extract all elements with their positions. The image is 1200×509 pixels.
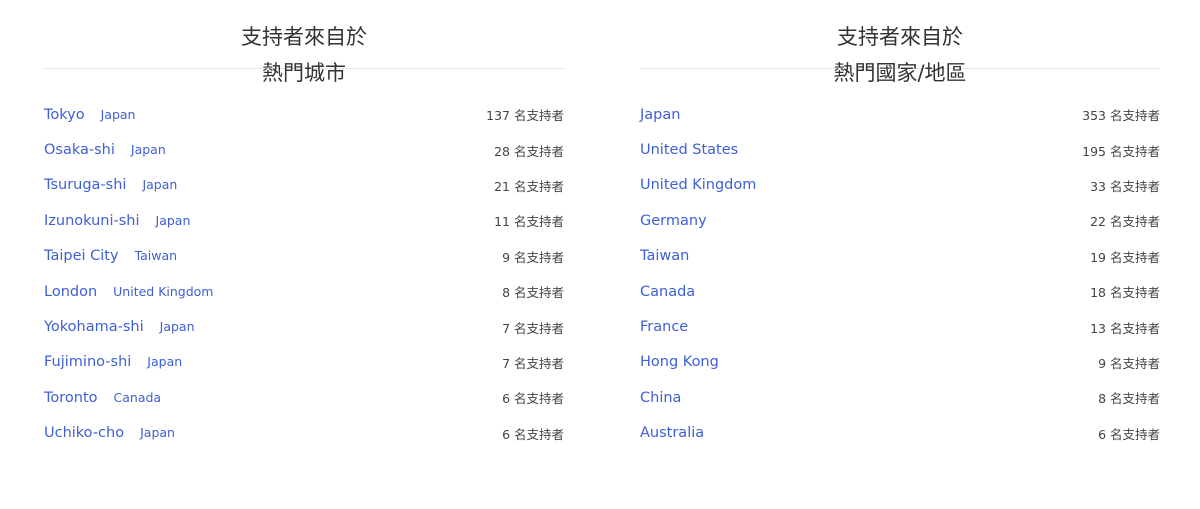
city-name-group: Fujimino-shi Japan (44, 354, 182, 370)
city-link[interactable]: Osaka-shi (44, 142, 115, 158)
country-row: Taiwan 19 名支持者 (640, 239, 1160, 274)
city-row: London United Kingdom 8 名支持者 (44, 274, 564, 309)
supporter-count: 18 名支持者 (1090, 285, 1160, 301)
supporter-count: 11 名支持者 (494, 214, 564, 230)
supporter-count: 8 名支持者 (502, 285, 564, 301)
supporter-count: 7 名支持者 (502, 320, 564, 336)
country-link[interactable]: Taiwan (640, 248, 689, 264)
supporters-origin-section: 支持者來自於 熱門城市 Tokyo Japan 137 名支持者 Osaka-s… (0, 0, 1200, 509)
country-row: Hong Kong 9 名支持者 (640, 345, 1160, 380)
country-row: United Kingdom 33 名支持者 (640, 168, 1160, 203)
city-row: Yokohama-shi Japan 7 名支持者 (44, 309, 564, 344)
supporter-count: 7 名支持者 (502, 355, 564, 371)
supporter-count: 21 名支持者 (494, 178, 564, 194)
city-link[interactable]: Taipei City (44, 248, 119, 264)
city-row: Tokyo Japan 137 名支持者 (44, 97, 564, 132)
top-countries-panel: 支持者來自於 熱門國家/地區 Japan 353 名支持者 United Sta… (640, 0, 1160, 451)
supporter-count: 9 名支持者 (1098, 355, 1160, 371)
city-link[interactable]: Izunokuni-shi (44, 213, 140, 229)
supporter-count: 22 名支持者 (1090, 214, 1160, 230)
city-country-link[interactable]: Japan (142, 177, 177, 192)
city-name-group: Tsuruga-shi Japan (44, 177, 177, 193)
country-row: Australia 6 名支持者 (640, 416, 1160, 451)
top-countries-title-line2: 熱門國家/地區 (833, 61, 967, 85)
city-row: Fujimino-shi Japan 7 名支持者 (44, 345, 564, 380)
city-row: Uchiko-cho Japan 6 名支持者 (44, 416, 564, 451)
supporter-count: 19 名支持者 (1090, 249, 1160, 265)
city-name-group: Osaka-shi Japan (44, 142, 166, 158)
supporter-count: 6 名支持者 (502, 426, 564, 442)
city-link[interactable]: Yokohama-shi (44, 319, 144, 335)
supporter-count: 195 名支持者 (1082, 143, 1160, 159)
city-country-link[interactable]: Canada (114, 390, 162, 405)
city-name-group: Taipei City Taiwan (44, 248, 177, 264)
city-name-group: Yokohama-shi Japan (44, 319, 195, 335)
city-link[interactable]: Tokyo (44, 107, 85, 123)
supporter-count: 9 名支持者 (502, 249, 564, 265)
city-link[interactable]: Toronto (44, 390, 98, 406)
country-row: China 8 名支持者 (640, 380, 1160, 415)
supporter-count: 33 名支持者 (1090, 178, 1160, 194)
city-row: Osaka-shi Japan 28 名支持者 (44, 132, 564, 167)
country-link[interactable]: United States (640, 142, 738, 158)
top-cities-list: Tokyo Japan 137 名支持者 Osaka-shi Japan 28 … (44, 97, 564, 451)
city-row: Izunokuni-shi Japan 11 名支持者 (44, 203, 564, 238)
top-cities-heading: 支持者來自於 熱門城市 (44, 0, 564, 85)
supporter-count: 137 名支持者 (486, 108, 564, 124)
city-name-group: London United Kingdom (44, 284, 214, 300)
country-link[interactable]: Japan (640, 107, 680, 123)
city-country-link[interactable]: United Kingdom (113, 284, 213, 299)
city-name-group: Uchiko-cho Japan (44, 425, 175, 441)
city-name-group: Izunokuni-shi Japan (44, 213, 190, 229)
country-link[interactable]: China (640, 390, 681, 406)
top-cities-title-line1: 支持者來自於 (241, 25, 367, 49)
top-cities-title-line2: 熱門城市 (262, 61, 346, 85)
country-link[interactable]: France (640, 319, 688, 335)
country-link[interactable]: Hong Kong (640, 354, 719, 370)
country-link[interactable]: Australia (640, 425, 704, 441)
city-name-group: Toronto Canada (44, 390, 161, 406)
top-cities-panel: 支持者來自於 熱門城市 Tokyo Japan 137 名支持者 Osaka-s… (44, 0, 564, 451)
supporter-count: 28 名支持者 (494, 143, 564, 159)
supporter-count: 13 名支持者 (1090, 320, 1160, 336)
supporter-count: 353 名支持者 (1082, 108, 1160, 124)
top-countries-list: Japan 353 名支持者 United States 195 名支持者 Un… (640, 97, 1160, 451)
city-country-link[interactable]: Taiwan (135, 248, 178, 263)
country-row: Germany 22 名支持者 (640, 203, 1160, 238)
supporter-count: 6 名支持者 (1098, 426, 1160, 442)
supporter-count: 6 名支持者 (502, 391, 564, 407)
city-link[interactable]: Tsuruga-shi (44, 177, 126, 193)
city-row: Taipei City Taiwan 9 名支持者 (44, 239, 564, 274)
country-link[interactable]: Germany (640, 213, 707, 229)
city-link[interactable]: Fujimino-shi (44, 354, 131, 370)
city-country-link[interactable]: Japan (156, 213, 191, 228)
country-link[interactable]: United Kingdom (640, 177, 756, 193)
city-name-group: Tokyo Japan (44, 107, 135, 123)
top-countries-title-line1: 支持者來自於 (837, 25, 963, 49)
country-link[interactable]: Canada (640, 284, 695, 300)
city-link[interactable]: Uchiko-cho (44, 425, 124, 441)
city-row: Toronto Canada 6 名支持者 (44, 380, 564, 415)
country-row: Canada 18 名支持者 (640, 274, 1160, 309)
supporter-count: 8 名支持者 (1098, 391, 1160, 407)
city-country-link[interactable]: Japan (101, 107, 136, 122)
country-row: Japan 353 名支持者 (640, 97, 1160, 132)
city-country-link[interactable]: Japan (147, 354, 182, 369)
country-row: France 13 名支持者 (640, 309, 1160, 344)
city-country-link[interactable]: Japan (160, 319, 195, 334)
country-row: United States 195 名支持者 (640, 132, 1160, 167)
city-country-link[interactable]: Japan (131, 142, 166, 157)
city-link[interactable]: London (44, 284, 97, 300)
top-countries-heading: 支持者來自於 熱門國家/地區 (640, 0, 1160, 85)
city-country-link[interactable]: Japan (140, 425, 175, 440)
city-row: Tsuruga-shi Japan 21 名支持者 (44, 168, 564, 203)
